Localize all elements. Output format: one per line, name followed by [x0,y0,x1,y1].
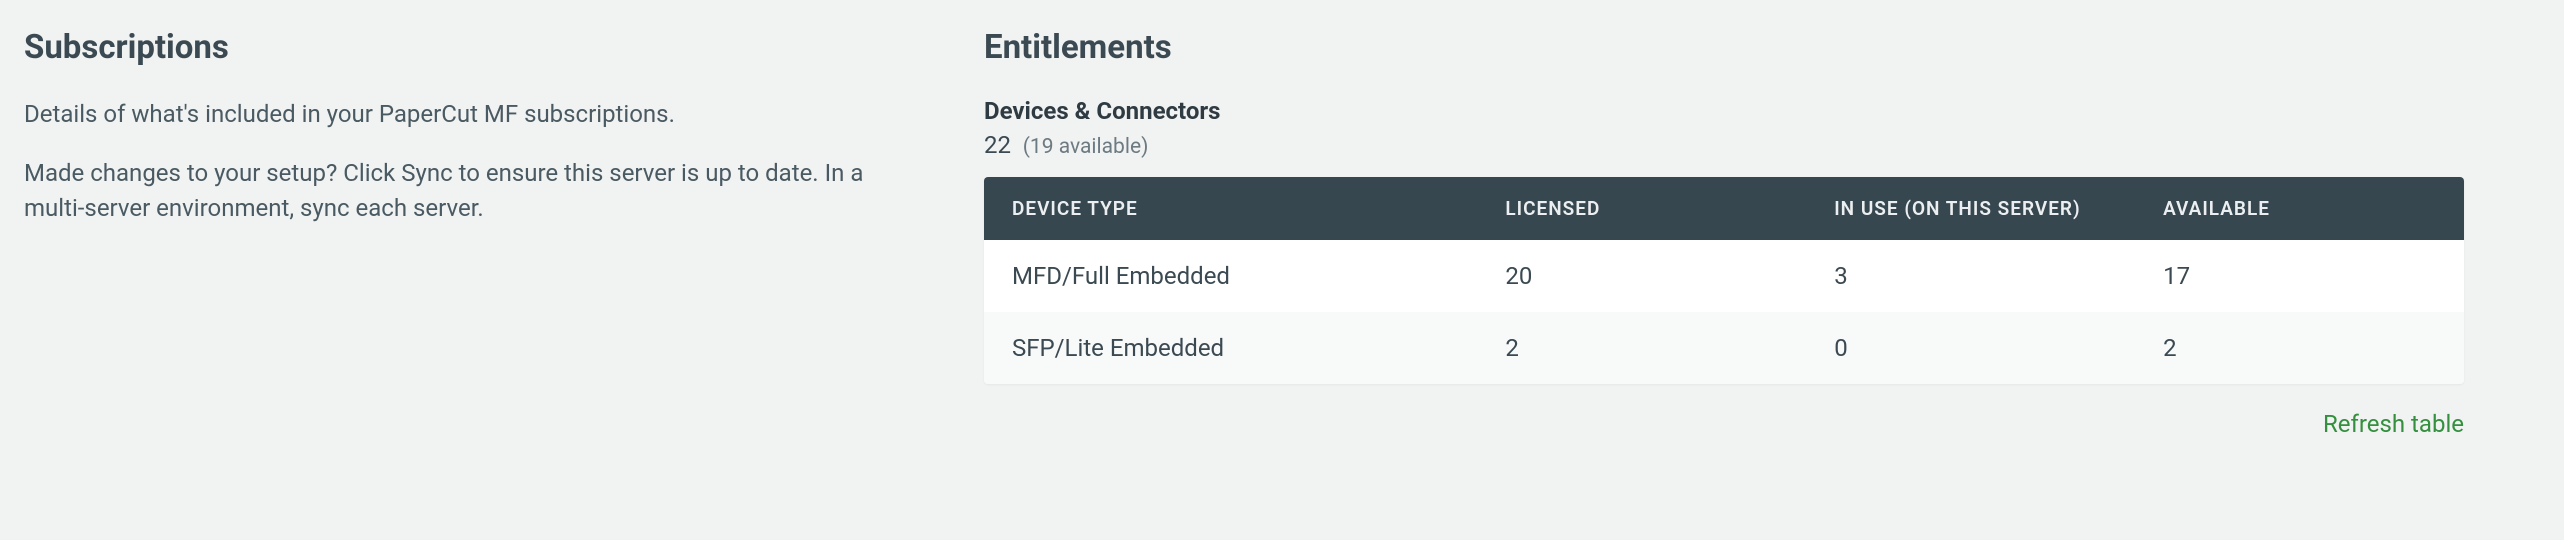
col-header-in-use: IN USE (ON THIS SERVER) [1806,177,2135,240]
table-row: MFD/Full Embedded 20 3 17 [984,240,2464,312]
devices-connectors-summary: 22 (19 available) [984,131,2464,159]
subscriptions-description: Details of what's included in your Paper… [24,97,894,132]
cell-in-use: 0 [1806,312,2135,384]
entitlements-panel: Entitlements Devices & Connectors 22 (19… [984,28,2464,438]
table-header-row: DEVICE TYPE LICENSED IN USE (ON THIS SER… [984,177,2464,240]
subscriptions-panel: Subscriptions Details of what's included… [24,28,924,438]
cell-licensed: 2 [1477,312,1806,384]
col-header-available: AVAILABLE [2135,177,2464,240]
col-header-licensed: LICENSED [1477,177,1806,240]
cell-available: 17 [2135,240,2464,312]
col-header-device-type: DEVICE TYPE [984,177,1477,240]
refresh-table-button[interactable]: Refresh table [2323,410,2464,438]
devices-available: (19 available) [1023,135,1149,159]
cell-licensed: 20 [1477,240,1806,312]
table-row: SFP/Lite Embedded 2 0 2 [984,312,2464,384]
cell-device-type: SFP/Lite Embedded [984,312,1477,384]
devices-connectors-title: Devices & Connectors [984,97,2464,125]
cell-device-type: MFD/Full Embedded [984,240,1477,312]
subscriptions-sync-hint: Made changes to your setup? Click Sync t… [24,156,894,226]
cell-available: 2 [2135,312,2464,384]
devices-total: 22 [984,131,1011,159]
entitlements-table: DEVICE TYPE LICENSED IN USE (ON THIS SER… [984,177,2464,384]
subscriptions-heading: Subscriptions [24,28,924,67]
entitlements-heading: Entitlements [984,28,2464,67]
cell-in-use: 3 [1806,240,2135,312]
